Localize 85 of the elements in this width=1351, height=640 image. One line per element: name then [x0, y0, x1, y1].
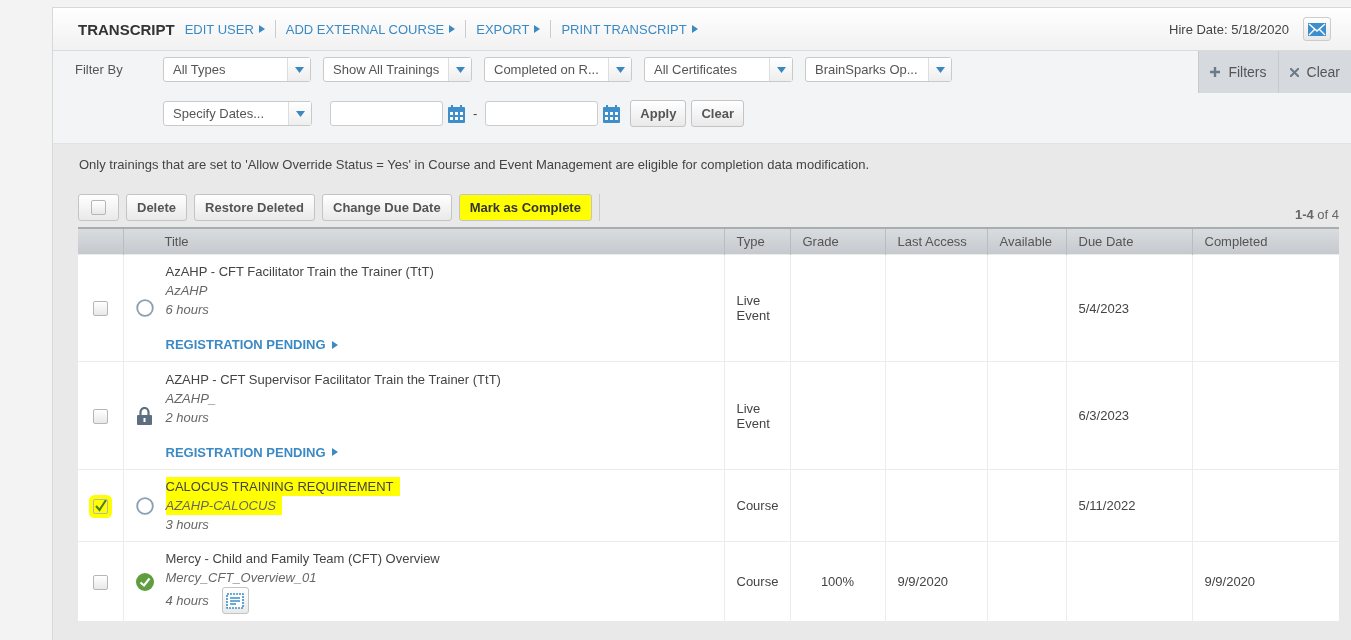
training-title[interactable]: AZAHP - CFT Supervisor Facilitator Train the Trainer (TtT) — [165, 371, 501, 387]
select-all-button[interactable] — [78, 194, 119, 221]
training-title[interactable]: CALOCUS TRAINING REQUIREMENT — [165, 477, 400, 496]
filter-action-button[interactable]: Apply — [630, 100, 687, 127]
table-cell: 5/4/2023 — [1078, 300, 1130, 316]
caret-icon — [615, 66, 625, 73]
header-link[interactable]: ADD EXTERNAL COURSE — [285, 21, 456, 37]
envelope-icon — [1308, 22, 1326, 36]
caret-icon — [455, 66, 465, 73]
table-cell: 9/9/2020 — [1204, 574, 1256, 589]
start-date-field[interactable] — [330, 101, 443, 126]
plus-icon — [1210, 67, 1221, 77]
table-cell: Live Event — [736, 293, 770, 323]
page-title: TRANSCRIPT — [78, 20, 175, 38]
training-code: AZAHP_ — [165, 390, 217, 406]
document-icon — [226, 592, 245, 609]
caret-icon — [295, 110, 305, 117]
filter-action-button[interactable]: Clear — [691, 100, 744, 127]
circle-icon — [135, 496, 154, 515]
caret-icon — [534, 25, 541, 33]
column-header: Available — [999, 234, 1053, 249]
certificate-button[interactable] — [221, 587, 249, 614]
hire-date: Hire Date: 5/18/2020 — [1169, 21, 1289, 37]
close-icon — [1289, 67, 1299, 77]
toolbar-button[interactable]: Change Due Date — [322, 194, 452, 221]
caret-icon — [776, 66, 786, 73]
range-separator: - — [473, 106, 478, 121]
column-header: Title — [164, 234, 189, 249]
header-link[interactable]: EXPORT — [476, 21, 541, 37]
checkbox[interactable] — [92, 301, 108, 317]
filter-dropdown[interactable]: Specify Dates... — [163, 101, 312, 126]
checkbox[interactable] — [92, 574, 108, 590]
header-link[interactable]: PRINT TRANSCRIPT — [561, 21, 698, 37]
table-cell: Course — [736, 498, 779, 513]
filter-dropdown[interactable]: All Certificates — [644, 57, 793, 82]
end-date-field[interactable] — [485, 101, 599, 126]
column-header: Last Access — [897, 234, 967, 249]
filter-dropdown[interactable]: Show All Trainings — [323, 57, 472, 82]
caret-icon — [691, 25, 698, 33]
table-cell: 9/9/2020 — [897, 574, 949, 589]
column-header: Due Date — [1078, 234, 1134, 249]
paging-text: 1-4 of 4 — [1294, 207, 1339, 222]
table-cell: Course — [736, 574, 779, 589]
column-header: Grade — [802, 234, 839, 249]
training-code: AzAHP — [165, 283, 208, 298]
table-cell: Live Event — [736, 400, 770, 431]
filter-dropdown[interactable]: Completed on R... — [484, 57, 632, 82]
checkbox[interactable] — [91, 200, 106, 215]
caret-icon — [331, 448, 338, 456]
column-header: Type — [736, 234, 765, 249]
training-duration: 4 hours — [165, 592, 209, 610]
circle-icon — [135, 299, 154, 317]
training-duration: 3 hours — [165, 516, 209, 534]
filter-toggle-button[interactable]: Clear — [1277, 51, 1351, 93]
email-button[interactable] — [1303, 17, 1331, 41]
calendar-icon[interactable] — [603, 104, 621, 123]
filter-dropdown[interactable]: BrainSparks Op... — [805, 57, 952, 82]
filter-toggle-button[interactable]: Filters — [1199, 51, 1278, 93]
registration-link[interactable]: REGISTRATION PENDING — [165, 442, 338, 462]
caret-icon — [258, 25, 265, 33]
training-duration: 6 hours — [165, 301, 209, 319]
toolbar-button[interactable]: Mark as Complete — [458, 194, 592, 221]
caret-icon — [935, 66, 945, 73]
training-title[interactable]: AzAHP - CFT Facilitator Train the Trainer (TtT) — [165, 264, 434, 279]
column-header: Completed — [1204, 234, 1268, 249]
toolbar-button[interactable]: Restore Deleted — [194, 194, 315, 221]
header-link[interactable]: EDIT USER — [184, 21, 265, 37]
training-code: Mercy_CFT_Overview_01 — [165, 570, 317, 585]
table-cell: 6/3/2023 — [1078, 408, 1130, 423]
filter-label: Filter By — [75, 62, 124, 77]
checkbox[interactable] — [92, 408, 108, 424]
notice-text: Only trainings that are set to 'Allow Override Status = Yes' in Course and Event Management are eligible for completion data modification. — [78, 156, 871, 174]
table-cell: 5/11/2022 — [1078, 498, 1136, 513]
caret-icon — [331, 340, 338, 349]
calendar-icon[interactable] — [448, 104, 465, 123]
filter-dropdown[interactable]: All Types — [163, 57, 311, 82]
caret-icon — [294, 66, 304, 73]
table-cell: 100% — [820, 574, 855, 589]
training-duration: 2 hours — [165, 408, 209, 427]
training-title[interactable]: Mercy - Child and Family Team (CFT) Overview — [165, 551, 440, 566]
registration-link[interactable]: REGISTRATION PENDING — [165, 335, 338, 354]
lock-icon — [137, 406, 152, 425]
toolbar-button[interactable]: Delete — [126, 194, 188, 221]
caret-icon — [449, 25, 456, 33]
check-circle-icon — [135, 572, 154, 591]
